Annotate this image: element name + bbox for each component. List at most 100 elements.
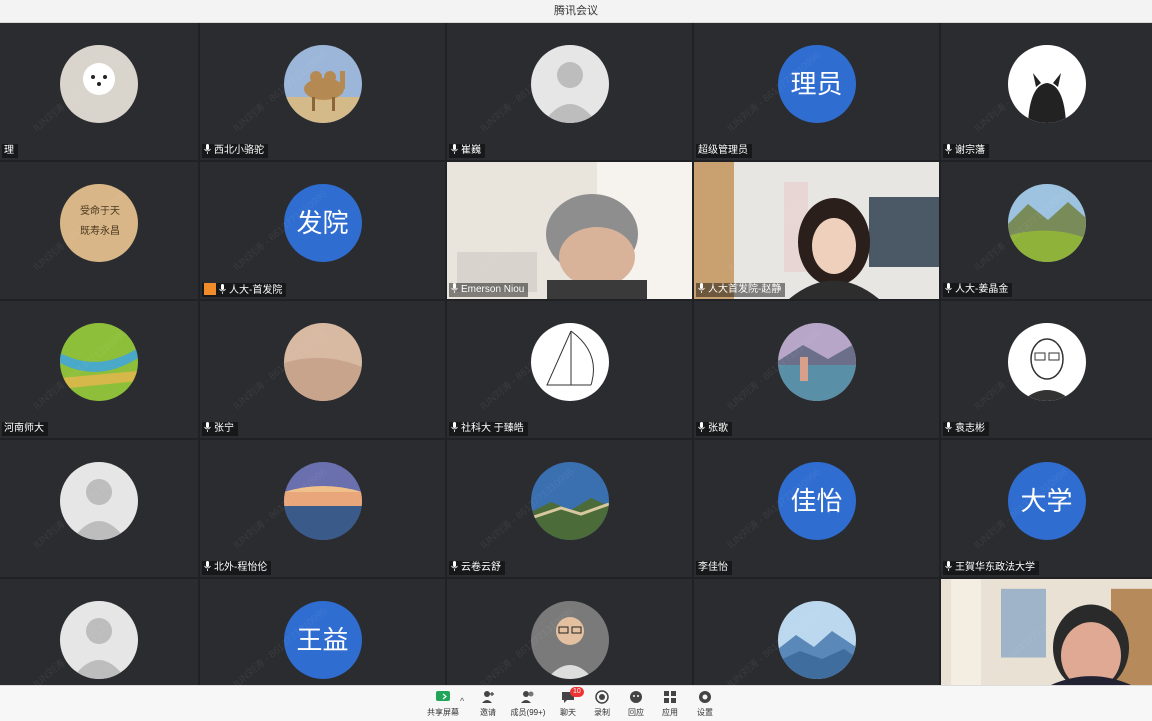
participant-avatar bbox=[60, 601, 138, 679]
participant-avatar: 发院 bbox=[283, 184, 362, 262]
participant-name-text: 北外-程怡伦 bbox=[214, 562, 268, 573]
participant-tile[interactable]: IUN刘涛 - 8613771310996 bbox=[941, 579, 1152, 685]
participant-video bbox=[447, 162, 692, 299]
toolbar-label: 聊天 bbox=[560, 708, 576, 717]
participant-avatar bbox=[530, 323, 609, 401]
toolbar-label: 邀请 bbox=[480, 708, 496, 717]
participant-name-text: 谢宗藩 bbox=[955, 145, 985, 156]
participant-name-text: 河南师大 bbox=[4, 423, 44, 434]
participant-name: 河南师大 bbox=[2, 422, 48, 436]
participant-name-text: 人大-首发院 bbox=[229, 285, 283, 296]
participant-tile[interactable]: 河南师大IUN刘涛 - 8613771310996 bbox=[0, 301, 198, 438]
participant-avatar bbox=[530, 462, 609, 540]
participant-tile[interactable]: IUN刘涛 - 8613771310996 bbox=[0, 579, 198, 685]
participant-name-text: Emerson Niou bbox=[461, 284, 525, 295]
mic-icon bbox=[204, 561, 211, 571]
settings-icon bbox=[699, 691, 711, 703]
participant-name: 谢宗藩 bbox=[943, 144, 989, 158]
mic-icon bbox=[451, 144, 458, 154]
participant-tile[interactable]: 佳怡 李佳怡 IUN刘涛 - 8613771310996 bbox=[694, 440, 939, 577]
participant-tile[interactable]: IUN刘涛 - 8613771310996 bbox=[447, 579, 692, 685]
participant-avatar bbox=[777, 323, 856, 401]
participant-tile[interactable]: 受命于天既寿永昌IUN刘涛 - 8613771310996 bbox=[0, 162, 198, 299]
settings-button[interactable]: 设置 bbox=[685, 689, 725, 718]
participant-grid: 理IUN刘涛 - 8613771310996西北小骆驼IUN刘涛 - 86137… bbox=[0, 23, 1152, 685]
participant-avatar bbox=[283, 323, 362, 401]
participant-video bbox=[694, 162, 939, 299]
participant-tile[interactable]: 北外-程怡伦 IUN刘涛 - 8613771310996 bbox=[200, 440, 445, 577]
participant-avatar bbox=[1007, 323, 1086, 401]
record-icon bbox=[595, 690, 609, 704]
participant-name-text: 袁志彬 bbox=[955, 423, 985, 434]
participant-name: Emerson Niou bbox=[449, 283, 529, 297]
participant-name: 西北小骆驼 bbox=[202, 144, 268, 158]
toolbar-label: 设置 bbox=[697, 708, 713, 717]
participant-tile[interactable]: 张歌 IUN刘涛 - 8613771310996 bbox=[694, 301, 939, 438]
toolbar-label: 成员(99+) bbox=[510, 708, 546, 717]
participant-tile[interactable]: 西北小骆驼 IUN刘涛 - 8613771310996 bbox=[200, 23, 445, 160]
participant-name: 人大首发院-赵静 bbox=[696, 283, 786, 297]
participant-name-text: 人大-姜晶金 bbox=[955, 284, 1009, 295]
participant-name-text: 超级管理员 bbox=[698, 145, 748, 156]
participant-avatar bbox=[60, 462, 138, 540]
participant-name-text: 人大首发院-赵静 bbox=[708, 284, 782, 295]
invite-button[interactable]: 邀请 bbox=[468, 689, 508, 718]
svg-text:受命于天: 受命于天 bbox=[80, 204, 120, 217]
apps-button[interactable]: 应用 bbox=[650, 689, 690, 718]
participant-tile[interactable]: 社科大 于臻皓 IUN刘涛 - 8613771310996 bbox=[447, 301, 692, 438]
participant-tile[interactable]: 谢宗藩IUN刘涛 - 8613771310996 bbox=[941, 23, 1152, 160]
mic-icon bbox=[945, 144, 952, 154]
participant-tile[interactable]: 理IUN刘涛 - 8613771310996 bbox=[0, 23, 198, 160]
apps-icon bbox=[664, 691, 676, 703]
participant-name: 理 bbox=[2, 144, 18, 158]
window-title: 腾讯会议 bbox=[554, 5, 598, 17]
participant-name-text: 张歌 bbox=[708, 423, 728, 434]
participant-name: 北外-程怡伦 bbox=[202, 561, 272, 575]
participant-tile[interactable]: 云卷云舒 IUN刘涛 - 8613771310996 bbox=[447, 440, 692, 577]
participant-tile[interactable]: 王益 IUN刘涛 - 8613771310996 bbox=[200, 579, 445, 685]
participant-name: 超级管理员 bbox=[696, 144, 752, 158]
participant-name: 张宁 bbox=[202, 422, 238, 436]
invite-icon bbox=[482, 691, 494, 703]
meeting-toolbar: 共享屏幕 邀请 成员(99+) 聊天 10 录制 回应 应用 设置 ^ bbox=[0, 685, 1152, 721]
participant-avatar: 受命于天 既寿永昌 bbox=[60, 184, 138, 262]
react-icon bbox=[630, 691, 642, 703]
participant-tile[interactable]: 人大-姜晶金IUN刘涛 - 8613771310996 bbox=[941, 162, 1152, 299]
participant-name-text: 张宁 bbox=[214, 423, 234, 434]
participant-name: 王賀华东政法大学 bbox=[943, 561, 1039, 575]
toolbar-label: 共享屏幕 bbox=[427, 708, 459, 717]
participant-tile[interactable]: 人大首发院-赵静IUN刘涛 - 8613771310996 bbox=[694, 162, 939, 299]
share-options-chevron-icon[interactable]: ^ bbox=[460, 696, 464, 706]
participant-name: 社科大 于臻皓 bbox=[449, 422, 528, 436]
mic-icon bbox=[451, 283, 458, 293]
participant-tile[interactable]: 崔巍 IUN刘涛 - 8613771310996 bbox=[447, 23, 692, 160]
toolbar-label: 录制 bbox=[594, 708, 610, 717]
mic-icon bbox=[945, 561, 952, 571]
participant-tile[interactable]: IUN刘涛 - 8613771310996 bbox=[694, 579, 939, 685]
participant-tile[interactable]: 理员 超级管理员 IUN刘涛 - 8613771310996 bbox=[694, 23, 939, 160]
share-screen-button[interactable]: 共享屏幕 bbox=[423, 689, 463, 718]
participant-tile[interactable]: Emerson NiouIUN刘涛 - 8613771310996 bbox=[447, 162, 692, 299]
participant-avatar bbox=[530, 45, 609, 123]
participant-avatar bbox=[283, 45, 362, 123]
participant-avatar bbox=[1007, 45, 1086, 123]
participant-name-text: 崔巍 bbox=[461, 145, 481, 156]
participant-name: 崔巍 bbox=[449, 144, 485, 158]
mic-icon bbox=[698, 283, 705, 293]
participant-avatar bbox=[60, 323, 138, 401]
participant-tile[interactable]: 发院 人大-首发院 IUN刘涛 - 8613771310996 bbox=[200, 162, 445, 299]
participant-name-text: 李佳怡 bbox=[698, 562, 728, 573]
participant-name-text: 西北小骆驼 bbox=[214, 145, 264, 156]
participant-tile[interactable]: 袁志彬IUN刘涛 - 8613771310996 bbox=[941, 301, 1152, 438]
participant-tile[interactable]: IUN刘涛 - 8613771310996 bbox=[0, 440, 198, 577]
members-button[interactable]: 成员(99+) bbox=[508, 689, 548, 718]
participant-tile[interactable]: 大学王賀华东政法大学IUN刘涛 - 8613771310996 bbox=[941, 440, 1152, 577]
participant-avatar bbox=[60, 45, 138, 123]
participant-tile[interactable]: 张宁 IUN刘涛 - 8613771310996 bbox=[200, 301, 445, 438]
participant-avatar: 王益 bbox=[283, 601, 362, 679]
participant-avatar: 理员 bbox=[777, 45, 856, 123]
participant-avatar bbox=[283, 462, 362, 540]
participant-avatar bbox=[530, 601, 609, 679]
mic-icon bbox=[451, 561, 458, 571]
toolbar-label: 应用 bbox=[662, 708, 678, 717]
